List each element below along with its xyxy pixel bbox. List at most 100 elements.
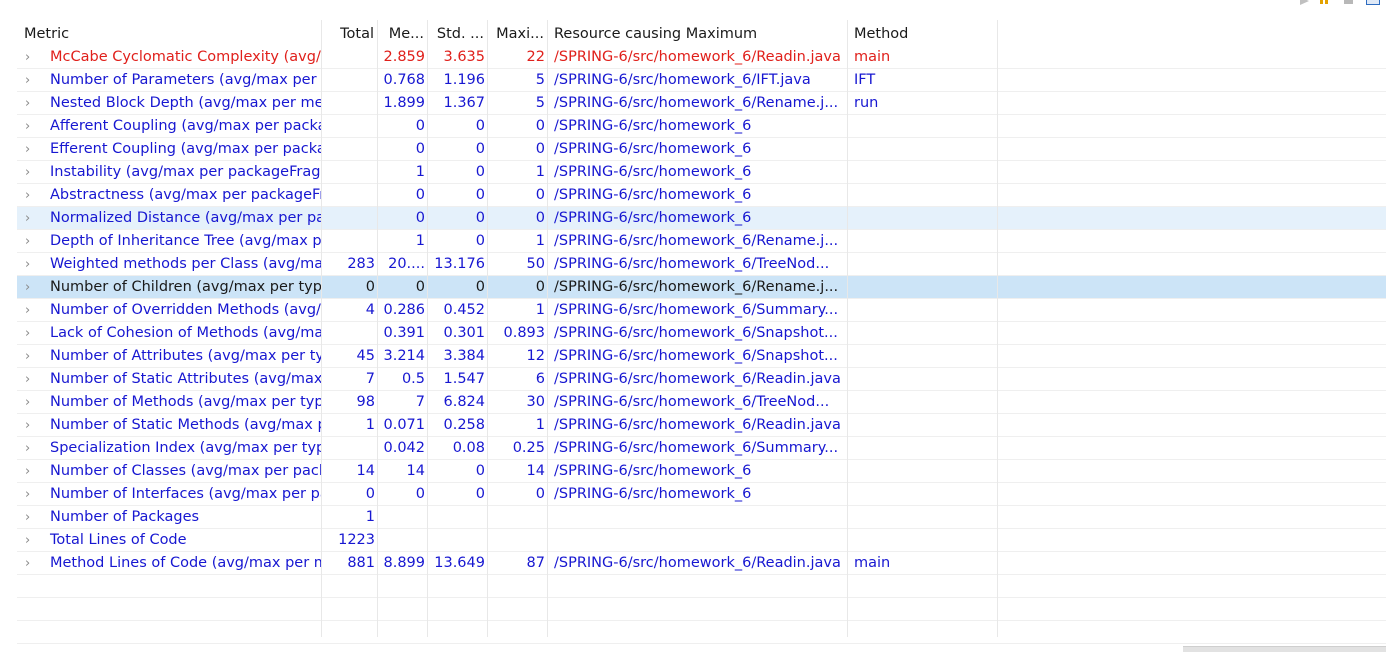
maximum-cell — [488, 529, 548, 552]
column-divider[interactable] — [847, 20, 848, 637]
column-header-total[interactable]: Total — [322, 23, 378, 46]
stop-icon[interactable] — [1344, 0, 1356, 6]
expand-chevron-icon[interactable]: › — [25, 276, 35, 299]
table-row[interactable]: › Instability (avg/max per packageFragmen… — [17, 161, 1386, 184]
resource-cell — [548, 506, 848, 529]
std-dev-cell: 0 — [475, 463, 485, 479]
column-header-mean[interactable]: Me... — [378, 23, 428, 46]
table-row[interactable]: › Number of Overridden Methods (avg/max p… — [17, 299, 1386, 322]
resource-cell: /SPRING-6/src/homework_6/Rename.j... — [554, 95, 839, 111]
table-row[interactable]: › Total Lines of Code 1223 — [17, 529, 1386, 552]
metric-label: Nested Block Depth (avg/max per method) — [50, 95, 322, 111]
metric-label: Total Lines of Code — [50, 532, 187, 548]
metric-label: Weighted methods per Class (avg/max per … — [50, 256, 322, 272]
resource-cell: /SPRING-6/src/homework_6/Readin.java — [554, 49, 841, 65]
expand-chevron-icon[interactable]: › — [25, 460, 35, 483]
expand-chevron-icon[interactable]: › — [25, 391, 35, 414]
metric-cell: › Instability (avg/max per packageFragmen… — [17, 161, 322, 184]
table-row[interactable]: › Afferent Coupling (avg/max per packageF… — [17, 115, 1386, 138]
run-icon[interactable] — [1300, 0, 1312, 6]
metrics-table: Metric Total Me... Std. ... Maxi... Reso… — [17, 23, 1386, 644]
method-cell — [848, 529, 998, 552]
column-header-metric[interactable]: Metric — [17, 23, 322, 46]
expand-chevron-icon[interactable]: › — [25, 483, 35, 506]
total-cell: 4 — [365, 302, 375, 318]
table-row[interactable]: › Efferent Coupling (avg/max per packageF… — [17, 138, 1386, 161]
table-row[interactable]: › Number of Attributes (avg/max per type)… — [17, 345, 1386, 368]
table-row[interactable]: › Weighted methods per Class (avg/max per… — [17, 253, 1386, 276]
expand-chevron-icon[interactable]: › — [25, 345, 35, 368]
table-row[interactable]: › Lack of Cohesion of Methods (avg/max pe… — [17, 322, 1386, 345]
expand-chevron-icon[interactable]: › — [25, 69, 35, 92]
std-dev-cell: 13.176 — [434, 256, 485, 272]
expand-chevron-icon[interactable]: › — [25, 207, 35, 230]
method-cell — [848, 437, 998, 460]
column-divider[interactable] — [427, 20, 428, 637]
table-row[interactable]: › Method Lines of Code (avg/max per metho… — [17, 552, 1386, 575]
column-header-std-dev[interactable]: Std. ... — [428, 23, 488, 46]
total-cell: 1223 — [338, 532, 375, 548]
metric-cell: › Lack of Cohesion of Methods (avg/max pe… — [17, 322, 322, 345]
metric-cell: › Efferent Coupling (avg/max per packageF… — [17, 138, 322, 161]
expand-chevron-icon[interactable]: › — [25, 138, 35, 161]
expand-chevron-icon[interactable]: › — [25, 115, 35, 138]
expand-chevron-icon[interactable]: › — [25, 46, 35, 69]
table-row[interactable]: › Number of Static Methods (avg/max per t… — [17, 414, 1386, 437]
table-row[interactable]: › Number of Classes (avg/max per packageF… — [17, 460, 1386, 483]
maximum-cell: 6 — [535, 371, 545, 387]
expand-chevron-icon[interactable]: › — [25, 506, 35, 529]
metric-cell: › Number of Children (avg/max per type) — [17, 276, 322, 299]
column-divider[interactable] — [487, 20, 488, 637]
expand-chevron-icon[interactable]: › — [25, 161, 35, 184]
column-divider[interactable] — [997, 20, 998, 637]
total-cell: 0 — [365, 279, 375, 295]
table-row[interactable]: › Number of Methods (avg/max per type) 98 7… — [17, 391, 1386, 414]
expand-chevron-icon[interactable]: › — [25, 184, 35, 207]
expand-chevron-icon[interactable]: › — [25, 253, 35, 276]
std-dev-cell: 0.08 — [452, 440, 485, 456]
pause-icon[interactable] — [1320, 0, 1332, 6]
resource-cell: /SPRING-6/src/homework_6 — [554, 486, 752, 502]
table-row[interactable]: › Depth of Inheritance Tree (avg/max per … — [17, 230, 1386, 253]
column-header-maximum[interactable]: Maxi... — [488, 23, 548, 46]
table-row[interactable]: › Nested Block Depth (avg/max per method)… — [17, 92, 1386, 115]
total-cell — [322, 46, 378, 69]
column-divider[interactable] — [321, 20, 322, 637]
column-divider[interactable] — [547, 20, 548, 637]
column-header-method[interactable]: Method — [848, 23, 998, 46]
mean-cell — [378, 529, 428, 552]
horizontal-scrollbar[interactable] — [1183, 646, 1386, 652]
total-cell — [322, 230, 378, 253]
expand-chevron-icon[interactable]: › — [25, 299, 35, 322]
expand-chevron-icon[interactable]: › — [25, 368, 35, 391]
resource-cell: /SPRING-6/src/homework_6/Rename.j... — [554, 279, 839, 295]
table-row[interactable]: › Number of Interfaces (avg/max per packa… — [17, 483, 1386, 506]
expand-chevron-icon[interactable]: › — [25, 322, 35, 345]
expand-chevron-icon[interactable]: › — [25, 414, 35, 437]
table-row[interactable]: › McCabe Cyclomatic Complexity (avg/max p… — [17, 46, 1386, 69]
table-header: Metric Total Me... Std. ... Maxi... Reso… — [17, 23, 1386, 46]
resource-cell: /SPRING-6/src/homework_6/TreeNod... — [554, 256, 830, 272]
table-row[interactable]: › Number of Static Attributes (avg/max pe… — [17, 368, 1386, 391]
table-row[interactable]: › Normalized Distance (avg/max per packag… — [17, 207, 1386, 230]
column-header-resource[interactable]: Resource causing Maximum — [548, 23, 848, 46]
table-row[interactable]: › Abstractness (avg/max per packageFragme… — [17, 184, 1386, 207]
expand-chevron-icon[interactable]: › — [25, 230, 35, 253]
metric-label: Number of Methods (avg/max per type) — [50, 394, 322, 410]
resource-cell — [548, 529, 848, 552]
table-row[interactable]: › Specialization Index (avg/max per type)… — [17, 437, 1386, 460]
expand-chevron-icon[interactable]: › — [25, 529, 35, 552]
method-cell — [848, 345, 998, 368]
std-dev-cell — [428, 529, 488, 552]
table-row[interactable]: › Number of Children (avg/max per type) 0 0… — [17, 276, 1386, 299]
export-icon[interactable] — [1366, 0, 1380, 6]
table-row[interactable]: › Number of Packages 1 — [17, 506, 1386, 529]
expand-chevron-icon[interactable]: › — [25, 437, 35, 460]
method-cell — [848, 230, 998, 253]
expand-chevron-icon[interactable]: › — [25, 552, 35, 575]
mean-cell: 0.042 — [383, 440, 425, 456]
expand-chevron-icon[interactable]: › — [25, 92, 35, 115]
total-cell — [322, 115, 378, 138]
table-row[interactable]: › Number of Parameters (avg/max per metho… — [17, 69, 1386, 92]
column-divider[interactable] — [377, 20, 378, 637]
